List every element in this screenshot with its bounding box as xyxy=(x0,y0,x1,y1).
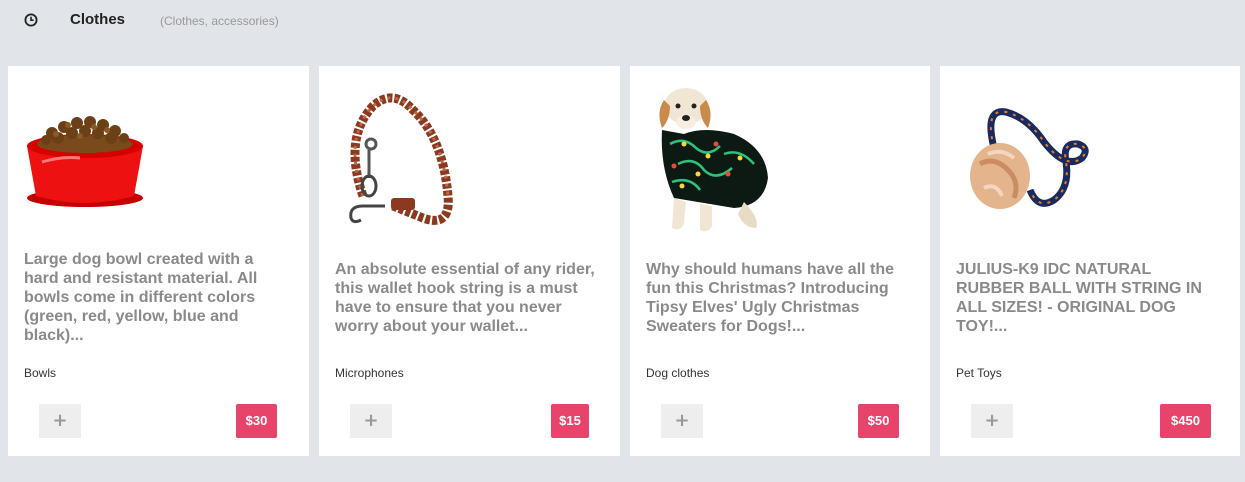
add-to-cart-button[interactable]: + xyxy=(661,404,703,438)
price-badge: $30 xyxy=(236,404,277,438)
product-description[interactable]: An absolute essential of any rider, this… xyxy=(335,260,600,336)
add-to-cart-button[interactable]: + xyxy=(971,404,1013,438)
product-description[interactable]: JULIUS-K9 IDC NATURAL RUBBER BALL WITH S… xyxy=(956,260,1220,336)
wallet-hook-string-image[interactable] xyxy=(333,78,473,238)
add-to-cart-button[interactable]: + xyxy=(39,404,81,438)
product-description[interactable]: Why should humans have all the fun this … xyxy=(646,260,910,336)
price-badge: $15 xyxy=(551,404,589,438)
product-category: Microphones xyxy=(335,366,404,380)
product-card[interactable]: JULIUS-K9 IDC NATURAL RUBBER BALL WITH S… xyxy=(940,66,1240,456)
add-to-cart-button[interactable]: + xyxy=(350,404,392,438)
price-badge: $50 xyxy=(858,404,899,438)
clock-icon[interactable] xyxy=(24,13,38,27)
product-category: Dog clothes xyxy=(646,366,710,380)
category-title: Clothes xyxy=(70,11,126,28)
product-category: Bowls xyxy=(24,366,57,380)
price-badge: $450 xyxy=(1160,404,1211,438)
dog-christmas-sweater-image[interactable] xyxy=(644,78,784,238)
page-header: Clothes (Clothes, accessories) xyxy=(0,0,1245,42)
product-card[interactable]: Why should humans have all the fun this … xyxy=(630,66,930,456)
product-description[interactable]: Large dog bowl created with a hard and r… xyxy=(24,250,289,345)
product-category: Pet Toys xyxy=(956,366,1002,380)
dog-bowl-image[interactable] xyxy=(22,78,162,238)
product-card[interactable]: An absolute essential of any rider, this… xyxy=(319,66,620,456)
category-subtitle: (Clothes, accessories) xyxy=(160,14,279,28)
rubber-ball-string-image[interactable] xyxy=(954,78,1094,238)
product-card[interactable]: Large dog bowl created with a hard and r… xyxy=(8,66,309,456)
